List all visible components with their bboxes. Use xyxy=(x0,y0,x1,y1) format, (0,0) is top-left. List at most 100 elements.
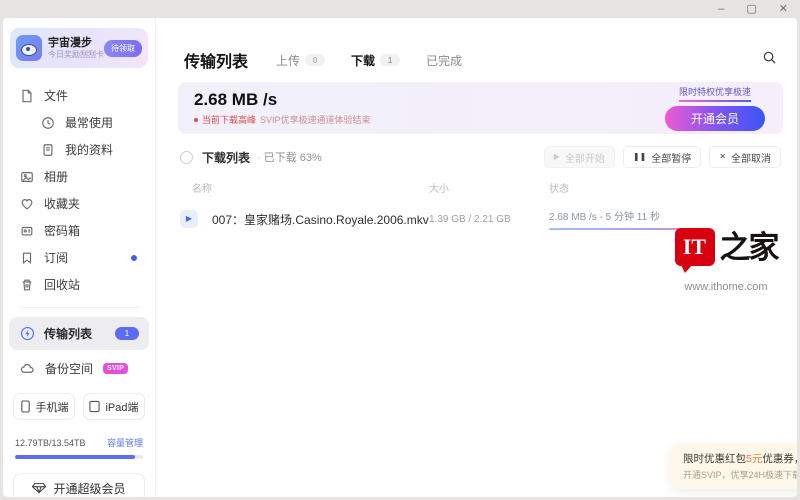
pause-icon: ❚❚ xyxy=(633,153,646,161)
sidebar-item-my-docs[interactable]: 我的资料 xyxy=(3,136,155,163)
row-play-button[interactable]: ▶ xyxy=(180,210,198,228)
ithome-logo-text: IT xyxy=(683,234,706,260)
bookmark-icon xyxy=(20,251,34,265)
ithome-logo-suffix: 之家 xyxy=(720,228,778,268)
download-list-title: 下载列表 xyxy=(202,149,250,166)
user-subtitle: 今日奖励刮刮卡 xyxy=(48,50,98,60)
sidebar-item-label: 最常使用 xyxy=(65,114,113,131)
sidebar-item-label: 密码箱 xyxy=(44,222,80,239)
main-content: 传输列表 上传 0 下载 1 已完成 2.68 MB /s xyxy=(156,18,797,497)
ithome-watermark: IT 之家 www.ithome.com xyxy=(667,228,785,293)
main-header: 传输列表 上传 0 下载 1 已完成 xyxy=(184,48,777,72)
sidebar: 宇宙漫步 今日奖励刮刮卡 待领取 文件 最常使用 我的资料 相册 xyxy=(3,18,156,497)
tab-upload[interactable]: 上传 0 xyxy=(276,52,325,69)
button-label: 全部取消 xyxy=(731,150,771,165)
alert-detail: SVIP优享极速通道体验结束 xyxy=(260,113,371,126)
heart-icon xyxy=(20,197,34,211)
trash-icon xyxy=(20,278,34,292)
app-window: 宇宙漫步 今日奖励刮刮卡 待领取 文件 最常使用 我的资料 相册 xyxy=(3,18,797,497)
speed-banner: 2.68 MB /s 当前下载高峰 SVIP优享极速通道体验结束 限时特权优享极… xyxy=(178,82,783,134)
sidebar-item-albums[interactable]: 相册 xyxy=(3,163,155,190)
sidebar-item-files[interactable]: 文件 xyxy=(3,82,155,109)
open-vip-button[interactable]: 开通会员 xyxy=(665,106,765,131)
close-button[interactable]: ✕ xyxy=(779,1,788,17)
sidebar-item-safe-box[interactable]: 密码箱 xyxy=(3,217,155,244)
sidebar-item-label: 我的资料 xyxy=(65,141,113,158)
transfer-count-badge: 1 xyxy=(115,327,139,340)
tab-upload-count: 0 xyxy=(305,54,325,66)
maximize-button[interactable]: ▢ xyxy=(746,1,756,17)
tab-label: 下载 xyxy=(351,52,375,69)
diamond-icon xyxy=(32,482,46,494)
column-header-status: 状态 xyxy=(549,180,777,195)
sidebar-item-transfer-list[interactable]: 传输列表 1 xyxy=(9,317,149,350)
sidebar-item-label: 备份空间 xyxy=(45,360,93,377)
claim-badge[interactable]: 待领取 xyxy=(104,40,142,57)
phone-client-button[interactable]: 手机端 xyxy=(13,393,75,420)
cloud-icon xyxy=(20,361,35,376)
sidebar-item-recycle-bin[interactable]: 回收站 xyxy=(3,271,155,298)
table-header-row: 名称 大小 状态 xyxy=(192,180,777,195)
sidebar-item-label: 收藏夹 xyxy=(44,195,80,212)
upgrade-svip-button[interactable]: 开通超级会员 xyxy=(13,473,145,497)
user-card[interactable]: 宇宙漫步 今日奖励刮刮卡 待领取 xyxy=(10,28,148,68)
button-label: 全部暂停 xyxy=(651,150,691,165)
sidebar-item-recent[interactable]: 最常使用 xyxy=(3,109,155,136)
download-progress-text: 已下载 63% xyxy=(257,149,322,165)
popup-coupon-amount: 5元 xyxy=(746,453,762,465)
file-size: 1.39 GB / 2.21 GB xyxy=(429,214,549,225)
pause-all-button[interactable]: ❚❚ 全部暂停 xyxy=(623,146,701,168)
sidebar-item-label: 传输列表 xyxy=(44,325,92,342)
tablet-icon xyxy=(89,400,100,413)
ithome-logo-icon: IT xyxy=(675,228,715,266)
sidebar-item-label: 相册 xyxy=(44,168,68,185)
tab-download[interactable]: 下载 1 xyxy=(351,52,400,69)
avatar xyxy=(16,35,42,61)
alert-text: 当前下载高峰 xyxy=(202,113,256,126)
popup-headline: 限时优惠红包5元优惠券，券后仅需22.5元/月 xyxy=(683,452,797,466)
page-title: 传输列表 xyxy=(184,48,248,72)
sidebar-item-favorites[interactable]: 收藏夹 xyxy=(3,190,155,217)
sidebar-item-subscriptions[interactable]: 订阅 xyxy=(3,244,155,271)
notification-dot xyxy=(131,255,137,261)
clock-icon xyxy=(41,116,55,130)
storage-progress-fill xyxy=(15,455,135,459)
cancel-all-button[interactable]: ✕ 全部取消 xyxy=(709,146,781,168)
popup-subline: 开通SVIP，优享24H极速下载保障 xyxy=(683,468,797,481)
device-label: 手机端 xyxy=(36,399,69,415)
storage-section: 12.79TB/13.54TB 容量管理 xyxy=(15,436,143,459)
sidebar-item-label: 文件 xyxy=(44,87,68,104)
window-titlebar: – ▢ ✕ xyxy=(0,0,800,18)
sidebar-item-label: 回收站 xyxy=(44,276,80,293)
storage-usage: 12.79TB/13.54TB xyxy=(15,438,86,448)
tab-label: 上传 xyxy=(276,52,300,69)
storage-manage-link[interactable]: 容量管理 xyxy=(107,436,143,449)
device-label: iPad端 xyxy=(105,399,138,415)
popup-text: 优惠券，券后仅需 xyxy=(762,453,797,465)
select-all-checkbox[interactable] xyxy=(180,151,193,164)
storage-progress-bar xyxy=(15,455,143,459)
download-speed: 2.68 MB /s xyxy=(194,90,371,110)
sidebar-item-label: 订阅 xyxy=(44,249,68,266)
safe-box-icon xyxy=(20,224,34,238)
search-icon[interactable] xyxy=(762,50,777,70)
upgrade-label: 开通超级会员 xyxy=(53,480,125,497)
tabs: 上传 0 下载 1 已完成 xyxy=(276,52,462,69)
document-icon xyxy=(41,143,55,157)
device-buttons: 手机端 iPad端 xyxy=(13,393,145,420)
ithome-url: www.ithome.com xyxy=(667,281,785,293)
popup-text: 限时优惠红包 xyxy=(683,453,746,465)
column-header-size: 大小 xyxy=(429,180,549,195)
photo-icon xyxy=(20,170,34,184)
user-name: 宇宙漫步 xyxy=(48,37,98,50)
ipad-client-button[interactable]: iPad端 xyxy=(83,393,145,420)
sidebar-divider xyxy=(19,307,139,308)
minimize-button[interactable]: – xyxy=(718,1,724,17)
sidebar-item-backup-space[interactable]: 备份空间 SVIP xyxy=(3,353,155,383)
tab-completed[interactable]: 已完成 xyxy=(426,52,462,69)
table-row[interactable]: ▶ 007：皇家赌场.Casino.Royale.2006.mkv 1.39 G… xyxy=(180,208,777,230)
cancel-icon: ✕ xyxy=(719,153,726,161)
tab-download-count: 1 xyxy=(380,54,400,66)
start-all-button[interactable]: ▶ 全部开始 xyxy=(544,146,615,168)
sidebar-nav: 文件 最常使用 我的资料 相册 收藏夹 密码箱 xyxy=(3,82,155,298)
